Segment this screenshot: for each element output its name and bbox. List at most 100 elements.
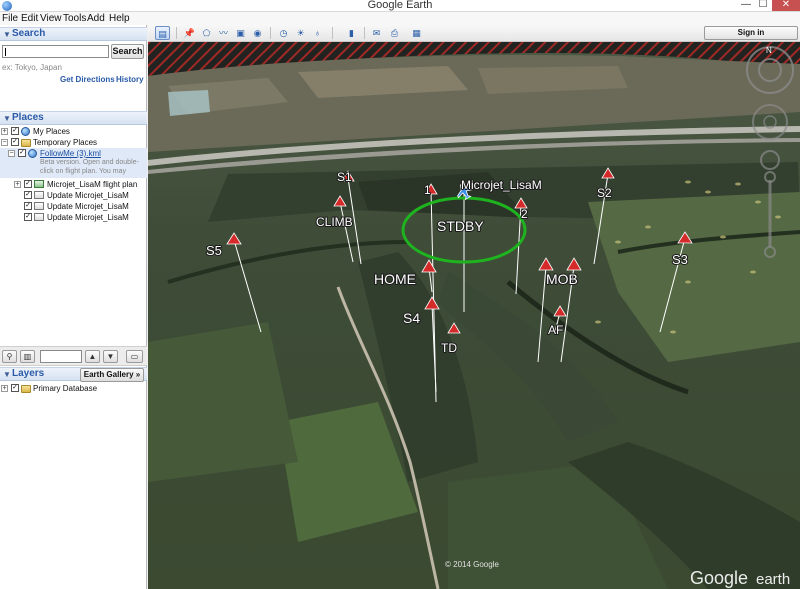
collapse-minus-icon[interactable]: −: [1, 139, 8, 146]
checkbox[interactable]: ✓: [18, 149, 26, 157]
folder-icon: [21, 139, 31, 147]
ruler-icon[interactable]: ▮: [344, 26, 359, 40]
checkbox[interactable]: ✓: [11, 127, 19, 135]
tree-item-label: My Places: [33, 127, 70, 136]
search-section-title: Search: [12, 28, 46, 39]
email-icon[interactable]: ✉: [369, 26, 384, 40]
open-view-icon[interactable]: ▭: [126, 350, 143, 363]
checkbox[interactable]: ✓: [24, 213, 32, 221]
search-button[interactable]: Search: [111, 44, 144, 59]
get-directions-link[interactable]: Get Directions: [60, 75, 115, 84]
record-tour-icon[interactable]: ◉: [250, 26, 265, 40]
waypoint-s2-label: S2: [597, 186, 612, 200]
search-section-header[interactable]: ▼ Search: [0, 27, 147, 41]
window-title: Google Earth: [367, 0, 433, 11]
search-hint: ex: Tokyo, Japan: [2, 63, 62, 72]
checkbox[interactable]: ✓: [24, 191, 32, 199]
places-section-header[interactable]: ▼ Places: [0, 111, 147, 125]
checkbox[interactable]: ✓: [24, 180, 32, 188]
tree-item-my-places[interactable]: + ✓ My Places: [0, 126, 147, 137]
waypoint-s3-label: S3: [672, 252, 688, 267]
collapse-minus-icon[interactable]: −: [8, 150, 15, 157]
title-bar: Google Earth — ☐ ✕: [0, 0, 800, 12]
checkbox[interactable]: ✓: [11, 384, 19, 392]
network-link-icon: [34, 202, 44, 210]
earth-3d-view[interactable]: S1 1 2 S2 CLIMB S5 HOME S4 TD MOB AF S3 …: [148, 42, 800, 589]
watermark-google: Google: [690, 568, 748, 588]
checkbox[interactable]: ✓: [11, 138, 19, 146]
waypoint-td-label: TD: [441, 341, 457, 355]
toolbar-separator: [176, 27, 177, 39]
waypoint-s1-label: S1: [337, 170, 352, 184]
menu-view[interactable]: View: [40, 13, 62, 24]
network-link-icon: [34, 191, 44, 199]
sidebar-toggle-icon[interactable]: ▤: [155, 26, 170, 40]
places-nav-strip: ⚲ ▥ ▲ ▼ ▭: [0, 346, 147, 366]
move-down-icon[interactable]: ▼: [103, 350, 118, 363]
waypoint-2-label: 2: [521, 207, 528, 221]
sunlight-icon[interactable]: ☀: [293, 26, 308, 40]
globe-icon: [28, 149, 37, 158]
earth-gallery-button[interactable]: Earth Gallery »: [80, 368, 144, 382]
expand-plus-icon[interactable]: +: [14, 181, 21, 188]
planets-icon[interactable]: ♁: [310, 26, 325, 40]
toolbar-separator: [332, 27, 333, 39]
flight-plan-icon: [34, 180, 44, 188]
map-canvas[interactable]: S1 1 2 S2 CLIMB S5 HOME S4 TD MOB AF S3 …: [148, 42, 800, 589]
menu-add[interactable]: Add: [87, 13, 105, 24]
history-link[interactable]: History: [116, 75, 144, 84]
polygon-icon[interactable]: ⬠: [199, 26, 214, 40]
sign-in-button[interactable]: Sign in: [704, 26, 798, 40]
menu-file[interactable]: File: [2, 13, 18, 24]
waypoint-af-label: AF: [548, 323, 563, 337]
tree-item-primary-database[interactable]: + ✓ Primary Database: [0, 383, 147, 394]
toolbar-separator: [364, 27, 365, 39]
waypoint-s5-label: S5: [206, 243, 222, 258]
image-overlay-icon[interactable]: ▣: [233, 26, 248, 40]
waypoint-1-label: 1: [424, 183, 431, 197]
expand-plus-icon[interactable]: +: [1, 385, 8, 392]
search-places-icon[interactable]: ⚲: [2, 350, 17, 363]
move-up-icon[interactable]: ▲: [85, 350, 100, 363]
collapse-triangle-icon: ▼: [3, 114, 11, 123]
tree-item-update[interactable]: ✓ Update Microjet_LisaM: [0, 190, 147, 201]
watermark-earth: earth: [756, 571, 790, 588]
waypoint-mob-label: MOB: [546, 271, 578, 287]
tree-item-temporary-places[interactable]: − ✓ Temporary Places: [0, 137, 147, 148]
historical-imagery-icon[interactable]: ◷: [276, 26, 291, 40]
tree-item-update[interactable]: ✓ Update Microjet_LisaM: [0, 212, 147, 223]
tree-item-label: Temporary Places: [33, 138, 98, 147]
tree-item-description: click on flight plan. You may: [40, 168, 126, 175]
path-icon[interactable]: 〰: [216, 26, 231, 40]
copyright-text: © 2014 Google: [445, 560, 499, 569]
tree-item-update[interactable]: ✓ Update Microjet_LisaM: [0, 201, 147, 212]
checkbox[interactable]: ✓: [24, 202, 32, 210]
tree-item-label: Update Microjet_LisaM: [47, 202, 129, 211]
menu-help[interactable]: Help: [109, 13, 130, 24]
lake: [168, 90, 210, 116]
tree-item-followme-kml[interactable]: − ✓ FollowMe (3).kml Beta version. Open …: [0, 148, 147, 178]
menu-edit[interactable]: Edit: [21, 13, 38, 24]
google-earth-watermark: Google earth: [690, 568, 790, 588]
google-maps-icon[interactable]: ▦: [409, 26, 424, 40]
tree-item-label: Microjet_LisaM flight plan: [47, 180, 138, 189]
toolbar-separator: [270, 27, 271, 39]
search-input[interactable]: [2, 45, 109, 58]
waypoint-s4-label: S4: [403, 310, 420, 326]
maximize-button[interactable]: ☐: [755, 0, 771, 11]
places-filter-input[interactable]: [40, 350, 82, 363]
print-icon[interactable]: ⎙: [387, 26, 402, 40]
placemark-icon[interactable]: 📌: [182, 26, 197, 40]
collapse-triangle-icon: ▼: [3, 30, 11, 39]
menu-tools[interactable]: Tools: [63, 13, 86, 24]
expand-plus-icon[interactable]: +: [1, 128, 8, 135]
waypoint-home-label: HOME: [374, 271, 416, 287]
main-toolbar: ▤ 📌 ⬠ 〰 ▣ ◉ ◷ ☀ ♁ ▮ ✉ ⎙ ▦ Sign in: [148, 25, 800, 42]
standby-label: STDBY: [437, 218, 484, 234]
minimize-button[interactable]: —: [738, 0, 754, 11]
layers-section-title: Layers: [12, 368, 45, 379]
tree-item-flight-plan[interactable]: + ✓ Microjet_LisaM flight plan: [0, 179, 147, 190]
close-button[interactable]: ✕: [772, 0, 800, 11]
tree-item-label: Update Microjet_LisaM: [47, 191, 129, 200]
panel-toggle-icon[interactable]: ▥: [20, 350, 35, 363]
